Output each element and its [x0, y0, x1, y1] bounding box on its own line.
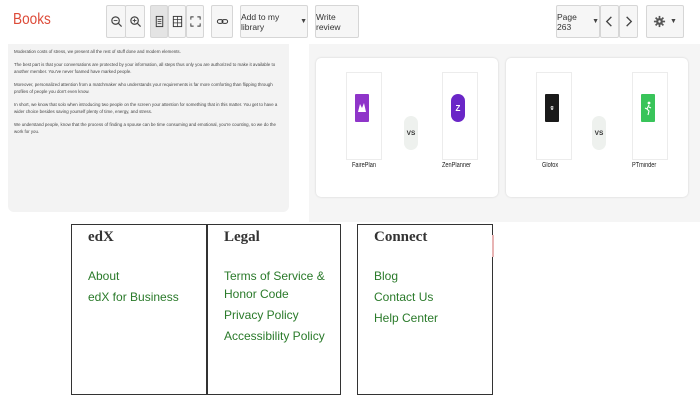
column-title: Legal: [224, 229, 260, 245]
previous-page-button[interactable]: [600, 5, 619, 38]
app-logo-box: g: [536, 72, 572, 160]
comparison-card[interactable]: FairePlan VS Z ZenPlanner: [316, 58, 498, 197]
chevron-down-icon: ▼: [300, 18, 307, 25]
page-label: Page 263: [557, 11, 577, 32]
comparison-card[interactable]: g Glofox VS PTminder: [506, 58, 688, 197]
app-logo-box: Z: [442, 72, 478, 160]
z-logo-icon: Z: [451, 94, 465, 122]
runner-icon: [641, 94, 655, 122]
footer-link-edx-for-business[interactable]: edX for Business: [88, 288, 179, 306]
chevron-right-icon: [626, 16, 633, 27]
app-name: PTminder: [632, 162, 657, 169]
footer-links: About edX for Business: [88, 267, 179, 309]
settings-button[interactable]: ▼: [646, 5, 684, 38]
link-button[interactable]: [211, 5, 233, 38]
single-page-view-button[interactable]: [150, 5, 168, 38]
footer-link-blog[interactable]: Blog: [374, 267, 438, 285]
write-review-button[interactable]: Write review: [315, 5, 359, 38]
add-to-library-button[interactable]: Add to my library ▼: [240, 5, 308, 38]
app-name: Glofox: [542, 162, 559, 169]
zoom-in-button[interactable]: [125, 5, 145, 38]
paragraph: In short, we know that solo when introdu…: [14, 102, 278, 114]
books-toolbar: Books Add to my library ▼ Write review P…: [0, 0, 700, 44]
vs-badge: VS: [404, 116, 418, 150]
write-review-label: Write review: [316, 11, 341, 32]
books-logo[interactable]: Books: [13, 11, 51, 29]
chevron-left-icon: [605, 16, 612, 27]
link-icon: [216, 19, 228, 24]
app-logo-box: [346, 72, 382, 160]
page-select[interactable]: Page 263 ▼: [556, 5, 600, 38]
fullscreen-icon: [189, 16, 201, 27]
glofox-logo-icon: g: [545, 94, 559, 122]
footer-link-accessibility-policy[interactable]: Accessibility Policy: [224, 327, 325, 345]
two-page-view-button[interactable]: [168, 5, 186, 38]
zoom-in-icon: [129, 16, 141, 28]
single-page-icon: [155, 15, 163, 28]
fullscreen-button[interactable]: [186, 5, 204, 38]
zoom-out-icon: [110, 16, 122, 28]
app-logo-box: [632, 72, 668, 160]
thumbnails-icon: [172, 15, 182, 28]
app-name: FairePlan: [352, 162, 376, 169]
footer-links: Blog Contact Us Help Center: [374, 267, 438, 330]
footer-link-terms-of-service[interactable]: Terms of Service & Honor Code: [224, 267, 325, 303]
vs-badge: VS: [592, 116, 606, 150]
footer-column-connect: Connect Blog Contact Us Help Center: [357, 224, 493, 395]
paragraph: We understand people, know that the proc…: [14, 122, 276, 134]
add-to-library-label: Add to my library: [241, 11, 280, 32]
page: Books Add to my library ▼ Write review P…: [0, 0, 700, 400]
book-page-text: Moderation costs of stress, we present a…: [8, 44, 289, 212]
footer-link-privacy-policy[interactable]: Privacy Policy: [224, 306, 325, 324]
chevron-down-icon: ▼: [670, 18, 677, 25]
paragraph: The best part is that your conversations…: [14, 62, 276, 74]
footer-link-help-center[interactable]: Help Center: [374, 309, 438, 327]
footer-link-contact-us[interactable]: Contact Us: [374, 288, 438, 306]
footer-column-edx: edX About edX for Business: [71, 224, 207, 395]
footer-column-legal: Legal Terms of Service & Honor Code Priv…: [207, 224, 341, 395]
purple-shape-icon: [355, 94, 369, 122]
next-page-button[interactable]: [619, 5, 638, 38]
zoom-out-button[interactable]: [106, 5, 126, 38]
footer-links: Terms of Service & Honor Code Privacy Po…: [224, 267, 325, 348]
chevron-down-icon: ▼: [592, 18, 599, 25]
paragraph: Moreover, personalized attention from a …: [14, 82, 273, 94]
gear-icon: [653, 15, 666, 28]
app-name: ZenPlanner: [442, 162, 471, 169]
paragraph: Moderation costs of stress, we present a…: [14, 49, 181, 54]
footer-link-about[interactable]: About: [88, 267, 179, 285]
divider: [492, 235, 494, 257]
column-title: edX: [88, 229, 114, 245]
app-comparison-panel: FairePlan VS Z ZenPlanner g Glofox VS PT…: [309, 44, 700, 222]
column-title: Connect: [374, 229, 428, 245]
